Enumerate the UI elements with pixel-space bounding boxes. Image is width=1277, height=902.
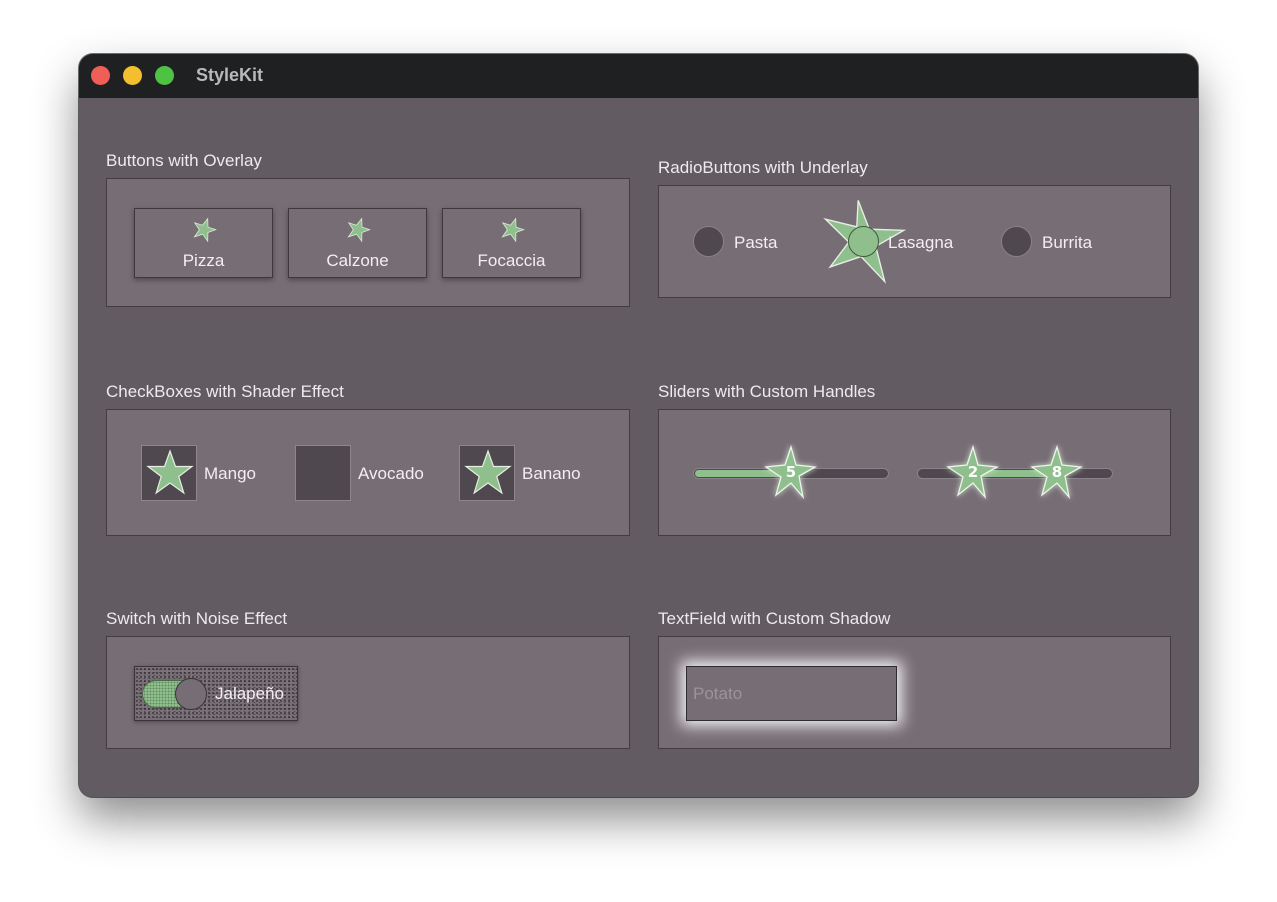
potato-text-field[interactable] — [686, 666, 897, 721]
switch-label[interactable]: Jalapeño — [215, 684, 284, 704]
range-slider-low-value: 2 — [968, 463, 978, 481]
checkboxes-section-label: CheckBoxes with Shader Effect — [106, 382, 344, 401]
buttons-section-label: Buttons with Overlay — [106, 151, 262, 170]
pizza-button[interactable]: Pizza — [134, 208, 273, 278]
range-slider-high-handle[interactable]: 8 — [1027, 443, 1087, 503]
radio-lasagna[interactable] — [848, 226, 879, 257]
textfield-panel — [658, 636, 1171, 749]
star-icon — [501, 217, 525, 243]
star-icon — [193, 217, 217, 243]
buttons-panel: Pizza Calzone Focaccia — [106, 178, 630, 307]
single-slider-value: 5 — [786, 463, 796, 481]
title-bar: StyleKit — [79, 54, 1198, 98]
radio-pasta-label[interactable]: Pasta — [734, 233, 777, 253]
switch-section-label: Switch with Noise Effect — [106, 609, 288, 628]
calzone-button-label: Calzone — [326, 251, 389, 270]
focaccia-button[interactable]: Focaccia — [442, 208, 581, 278]
single-slider-handle[interactable]: 5 — [761, 443, 821, 503]
radio-burrita[interactable] — [1001, 226, 1032, 257]
star-check-icon — [464, 449, 512, 495]
star-icon — [347, 217, 371, 243]
checkbox-mango[interactable] — [141, 445, 197, 501]
range-slider-low-handle[interactable]: 2 — [943, 443, 1003, 503]
checkbox-mango-label[interactable]: Mango — [204, 464, 256, 484]
checkboxes-panel: Mango Avocado Banano — [106, 409, 630, 536]
sliders-panel: 5 2 8 — [658, 409, 1171, 536]
radio-pasta[interactable] — [693, 226, 724, 257]
zoom-button[interactable] — [155, 66, 174, 85]
radios-section-label: RadioButtons with Underlay — [658, 158, 868, 177]
switch-container[interactable]: Jalapeño — [134, 666, 298, 721]
textfield-section-label: TextField with Custom Shadow — [658, 609, 891, 628]
close-button[interactable] — [91, 66, 110, 85]
window-title: StyleKit — [196, 65, 264, 85]
range-slider-high-value: 8 — [1052, 463, 1062, 481]
star-check-icon — [146, 449, 194, 495]
focaccia-button-label: Focaccia — [477, 251, 546, 270]
switch-knob[interactable] — [175, 678, 207, 710]
switch-panel: Jalapeño — [106, 636, 630, 749]
radios-panel: Pasta Lasagna Burrita — [658, 185, 1171, 298]
checkbox-avocado[interactable] — [295, 445, 351, 501]
sliders-section-label: Sliders with Custom Handles — [658, 382, 876, 401]
pizza-button-label: Pizza — [182, 251, 225, 270]
radio-lasagna-label[interactable]: Lasagna — [888, 233, 953, 253]
calzone-button[interactable]: Calzone — [288, 208, 427, 278]
minimize-button[interactable] — [123, 66, 142, 85]
app-window: StyleKit Buttons with Overlay Pizza Calz… — [79, 54, 1198, 797]
checkbox-banano-label[interactable]: Banano — [522, 464, 581, 484]
checkbox-avocado-label[interactable]: Avocado — [358, 464, 424, 484]
checkbox-banano[interactable] — [459, 445, 515, 501]
radio-burrita-label[interactable]: Burrita — [1042, 233, 1092, 253]
